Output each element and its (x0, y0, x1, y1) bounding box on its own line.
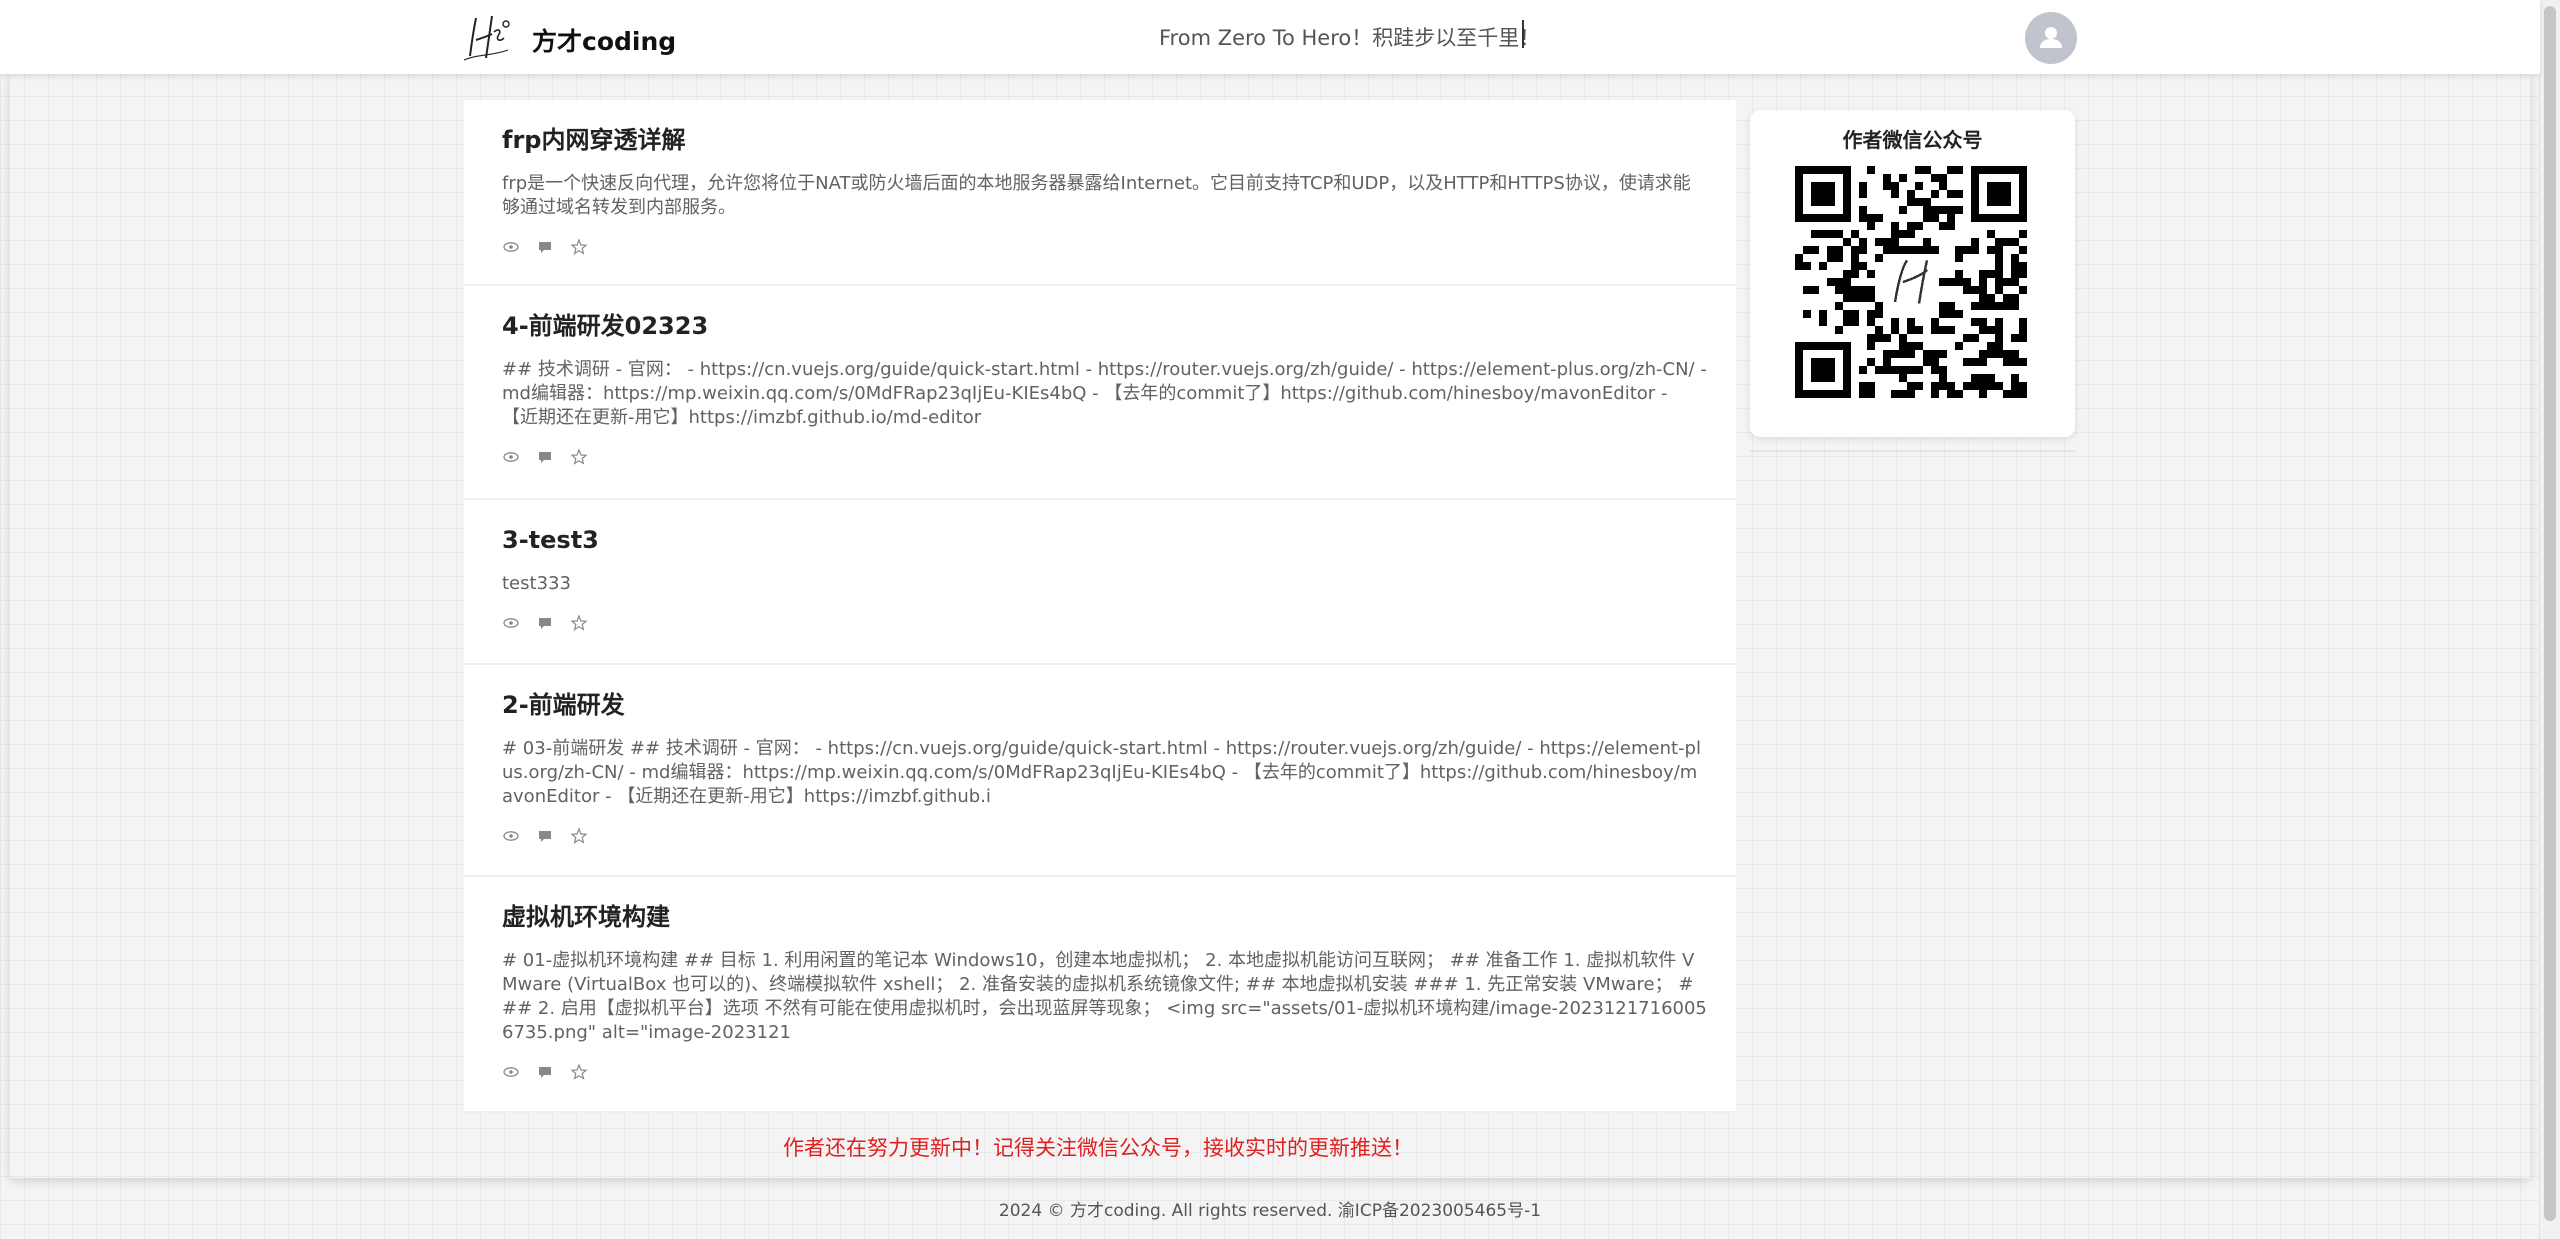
user-avatar-button[interactable] (2025, 12, 2077, 64)
article-list: frp内网穿透详解 frp是一个快速反向代理，允许您将位于NAT或防火墙后面的本… (464, 100, 1736, 1113)
article-card[interactable]: 4-前端研发02323 ## 技术调研 - 官网： - https://cn.v… (464, 286, 1736, 500)
article-title[interactable]: 虚拟机环境构建 (502, 901, 1708, 933)
article-summary: # 01-虚拟机环境构建 ## 目标 1. 利用闲置的笔记本 Windows10… (502, 950, 1707, 1043)
update-notice: 作者还在努力更新中！记得关注微信公众号，接收实时的更新推送！ (783, 1136, 1413, 1160)
slogan-typing-text: From Zero To Hero！积跬步以至千里！ (1159, 26, 1541, 50)
scrollbar-thumb[interactable] (2544, 6, 2556, 1221)
article-summary: frp是一个快速反向代理，允许您将位于NAT或防火墙后面的本地服务器暴露给Int… (502, 173, 1691, 218)
wechat-qr-card: 作者微信公众号 (1750, 110, 2075, 437)
comment-icon[interactable] (536, 238, 554, 256)
wechat-title: 作者微信公众号 (1842, 128, 1983, 152)
eye-icon[interactable] (502, 827, 520, 845)
eye-icon[interactable] (502, 238, 520, 256)
eye-icon[interactable] (502, 1063, 520, 1081)
wechat-qr-code (1795, 166, 2027, 398)
article-title[interactable]: frp内网穿透详解 (502, 124, 1708, 156)
user-avatar-icon (2040, 27, 2062, 48)
comment-icon[interactable] (536, 448, 554, 466)
article-summary: # 03-前端研发 ## 技术调研 - 官网： - https://cn.vue… (502, 738, 1701, 807)
footer-copyright: 2024 © 方才coding. All rights reserved. 渝I… (998, 1201, 1542, 1221)
comment-icon[interactable] (536, 1063, 554, 1081)
typing-caret (1522, 20, 1524, 48)
comment-icon[interactable] (536, 827, 554, 845)
star-icon[interactable] (570, 448, 588, 466)
page-scrollbar[interactable] (2539, 0, 2560, 1239)
article-meta (502, 238, 1708, 260)
star-icon[interactable] (570, 614, 588, 632)
article-card[interactable]: 虚拟机环境构建 # 01-虚拟机环境构建 ## 目标 1. 利用闲置的笔记本 W… (464, 877, 1736, 1113)
article-meta (502, 827, 1708, 849)
star-icon[interactable] (570, 827, 588, 845)
site-name[interactable]: 方才coding (532, 22, 676, 58)
star-icon[interactable] (570, 238, 588, 256)
comment-icon[interactable] (536, 614, 554, 632)
article-meta (502, 614, 1708, 636)
star-icon[interactable] (570, 1063, 588, 1081)
hero-signature-logo-icon[interactable] (458, 10, 514, 66)
article-meta (502, 1063, 1708, 1085)
sidebar-divider (1750, 450, 2075, 452)
eye-icon[interactable] (502, 448, 520, 466)
article-card[interactable]: frp内网穿透详解 frp是一个快速反向代理，允许您将位于NAT或防火墙后面的本… (464, 100, 1736, 286)
article-summary: test333 (502, 573, 571, 594)
article-title[interactable]: 4-前端研发02323 (502, 310, 1708, 342)
top-navbar: 方才coding From Zero To Hero！积跬步以至千里！ (0, 0, 2540, 74)
article-meta (502, 448, 1708, 470)
qr-code-image (1795, 166, 2027, 398)
article-card[interactable]: 3-test3 test333 (464, 500, 1736, 665)
article-card[interactable]: 2-前端研发 # 03-前端研发 ## 技术调研 - 官网： - https:/… (464, 665, 1736, 877)
eye-icon[interactable] (502, 614, 520, 632)
article-title[interactable]: 3-test3 (502, 524, 1708, 556)
article-summary: ## 技术调研 - 官网： - https://cn.vuejs.org/gui… (502, 359, 1707, 428)
article-title[interactable]: 2-前端研发 (502, 689, 1708, 721)
